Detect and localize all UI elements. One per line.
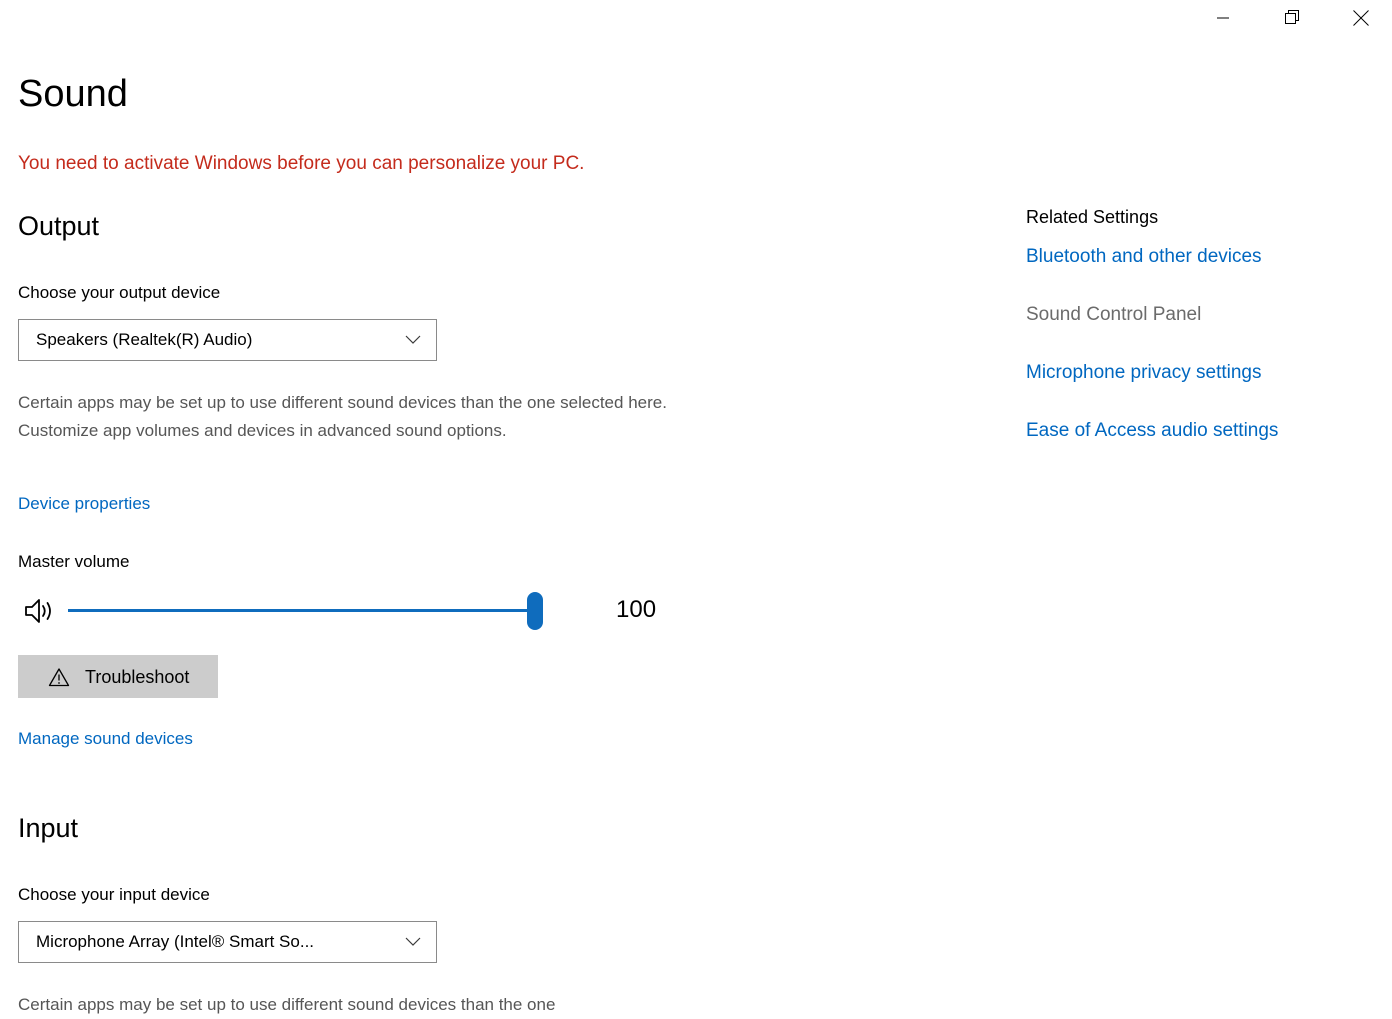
- related-link-bluetooth-and-other-devices[interactable]: Bluetooth and other devices: [1026, 245, 1376, 269]
- input-description: Certain apps may be set up to use differ…: [18, 995, 556, 1014]
- manage-sound-devices-link[interactable]: Manage sound devices: [18, 728, 193, 750]
- related-settings-panel: Related Settings Bluetooth and other dev…: [1026, 205, 1376, 477]
- troubleshoot-button[interactable]: Troubleshoot: [18, 655, 218, 698]
- chevron-down-icon: [398, 937, 428, 947]
- output-device-label: Choose your output device: [18, 283, 221, 302]
- slider-track-fill: [68, 609, 536, 612]
- input-device-label: Choose your input device: [18, 885, 210, 904]
- close-button[interactable]: [1338, 0, 1384, 36]
- master-volume-row: 100: [18, 592, 678, 632]
- related-link-sound-control-panel[interactable]: Sound Control Panel: [1026, 303, 1376, 327]
- chevron-down-icon: [398, 335, 428, 345]
- output-description: Certain apps may be set up to use differ…: [18, 393, 667, 440]
- restore-icon: [1285, 10, 1301, 26]
- related-link-microphone-privacy-settings[interactable]: Microphone privacy settings: [1026, 361, 1376, 385]
- restore-button[interactable]: [1270, 0, 1316, 36]
- close-icon: [1353, 10, 1369, 26]
- device-properties-link[interactable]: Device properties: [18, 493, 150, 515]
- output-device-select[interactable]: Speakers (Realtek(R) Audio): [18, 319, 437, 361]
- output-section-heading: Output: [18, 211, 100, 241]
- input-device-value: Microphone Array (Intel® Smart So...: [36, 932, 315, 951]
- settings-content: Output Choose your output device Speaker…: [0, 0, 1000, 1014]
- troubleshoot-label: Troubleshoot: [85, 666, 190, 687]
- related-settings-heading: Related Settings: [1026, 207, 1159, 227]
- warning-triangle-icon: [48, 666, 70, 688]
- input-device-select[interactable]: Microphone Array (Intel® Smart So...: [18, 921, 437, 963]
- related-link-ease-of-access-audio-settings[interactable]: Ease of Access audio settings: [1026, 419, 1376, 443]
- minimize-button[interactable]: [1200, 0, 1246, 36]
- master-volume-slider[interactable]: [68, 592, 543, 630]
- output-device-value: Speakers (Realtek(R) Audio): [36, 330, 253, 349]
- master-volume-value: 100: [616, 596, 657, 623]
- minimize-icon: [1217, 12, 1229, 24]
- input-section-heading: Input: [18, 813, 79, 843]
- slider-thumb[interactable]: [527, 592, 543, 630]
- master-volume-label: Master volume: [18, 552, 130, 571]
- speaker-volume-icon[interactable]: [20, 592, 60, 630]
